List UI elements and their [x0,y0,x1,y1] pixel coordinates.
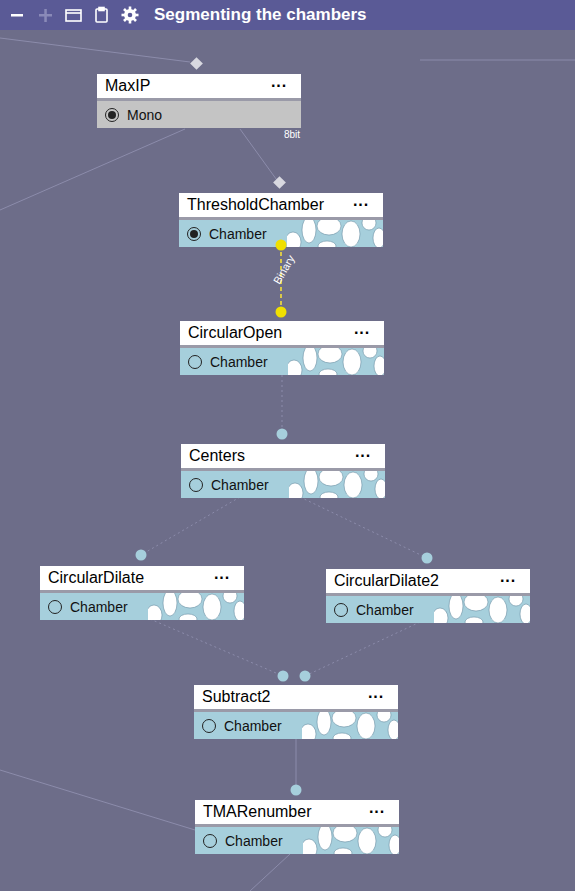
node-title: Centers [189,445,245,467]
graph-node[interactable]: CircularDilate ··· Chamber [40,566,244,620]
node-channel[interactable]: Mono [97,101,301,128]
chamber-pattern-icon [287,220,383,247]
graph-node[interactable]: CircularOpen ··· Chamber [180,321,384,375]
node-title: Subtract2 [202,686,270,708]
chamber-pattern-icon [148,593,244,620]
channel-label: Chamber [211,475,269,495]
gear-icon[interactable] [120,5,140,25]
node-channel[interactable]: Chamber [326,596,530,623]
channel-radio[interactable] [334,603,348,617]
node-header[interactable]: CircularOpen ··· [180,321,384,348]
node-header[interactable]: Subtract2 ··· [194,685,398,712]
node-menu[interactable]: ··· [355,445,371,467]
channel-radio[interactable] [105,108,119,122]
channel-label: Chamber [225,831,283,851]
node-title: CircularOpen [188,322,282,344]
node-menu[interactable]: ··· [353,194,369,216]
title-bar: Segmenting the chambers [0,0,575,30]
node-title: CircularDilate2 [334,570,439,592]
channel-radio[interactable] [203,834,217,848]
canvas[interactable]: MaxIP ··· Mono 8bit ThresholdChamber ··· Chamb… [0,30,575,891]
node-channel[interactable]: Chamber [195,827,399,854]
chamber-pattern-icon [303,827,399,854]
node-header[interactable]: ThresholdChamber ··· [179,193,383,220]
channel-label: Chamber [224,716,282,736]
bit-depth-badge: 8bit [97,128,301,142]
node-menu[interactable]: ··· [271,75,287,97]
channel-radio[interactable] [188,355,202,369]
channel-radio[interactable] [202,719,216,733]
graph-node[interactable]: MaxIP ··· Mono 8bit [97,74,301,142]
channel-label: Chamber [209,224,267,244]
node-channel[interactable]: Chamber [179,220,383,247]
node-header[interactable]: TMARenumber ··· [195,800,399,827]
channel-radio[interactable] [48,600,62,614]
channel-radio[interactable] [189,478,203,492]
channel-label: Chamber [70,597,128,617]
node-header[interactable]: CircularDilate ··· [40,566,244,593]
node-channel[interactable]: Chamber [40,593,244,620]
graph-node[interactable]: TMARenumber ··· Chamber [195,800,399,854]
chamber-pattern-icon [434,596,530,623]
graph-title: Segmenting the chambers [154,2,367,28]
folder-icon[interactable] [64,5,84,25]
graph-node[interactable]: Centers ··· Chamber [181,444,385,498]
node-channel[interactable]: Chamber [180,348,384,375]
channel-label: Chamber [210,352,268,372]
channel-label: Chamber [356,600,414,620]
node-menu[interactable]: ··· [354,322,370,344]
edge-label: Binary [270,252,298,286]
graph-node[interactable]: ThresholdChamber ··· Chamber [179,193,383,247]
node-title: MaxIP [105,75,150,97]
node-channel[interactable]: Chamber [181,471,385,498]
node-title: CircularDilate [48,567,144,589]
node-header[interactable]: CircularDilate2 ··· [326,569,530,596]
node-header[interactable]: Centers ··· [181,444,385,471]
node-header[interactable]: MaxIP ··· [97,74,301,101]
chamber-pattern-icon [288,348,384,375]
channel-radio[interactable] [187,227,201,241]
graph-node[interactable]: Subtract2 ··· Chamber [194,685,398,739]
graph-node[interactable]: CircularDilate2 ··· Chamber [326,569,530,623]
node-menu[interactable]: ··· [368,686,384,708]
minus-icon[interactable] [8,5,28,25]
node-menu[interactable]: ··· [214,567,230,589]
node-channel[interactable]: Chamber [194,712,398,739]
channel-label: Mono [127,105,162,125]
node-title: TMARenumber [203,801,311,823]
port-dots-icon [0,30,575,891]
chamber-pattern-icon [302,712,398,739]
chamber-pattern-icon [289,471,385,498]
clipboard-icon[interactable] [92,5,112,25]
node-menu[interactable]: ··· [369,801,385,823]
node-menu[interactable]: ··· [500,570,516,592]
node-title: ThresholdChamber [187,194,324,216]
plus-icon[interactable] [36,5,56,25]
graph-editor: Segmenting the chambers MaxIP ··· Mono 8bit T… [0,0,575,891]
